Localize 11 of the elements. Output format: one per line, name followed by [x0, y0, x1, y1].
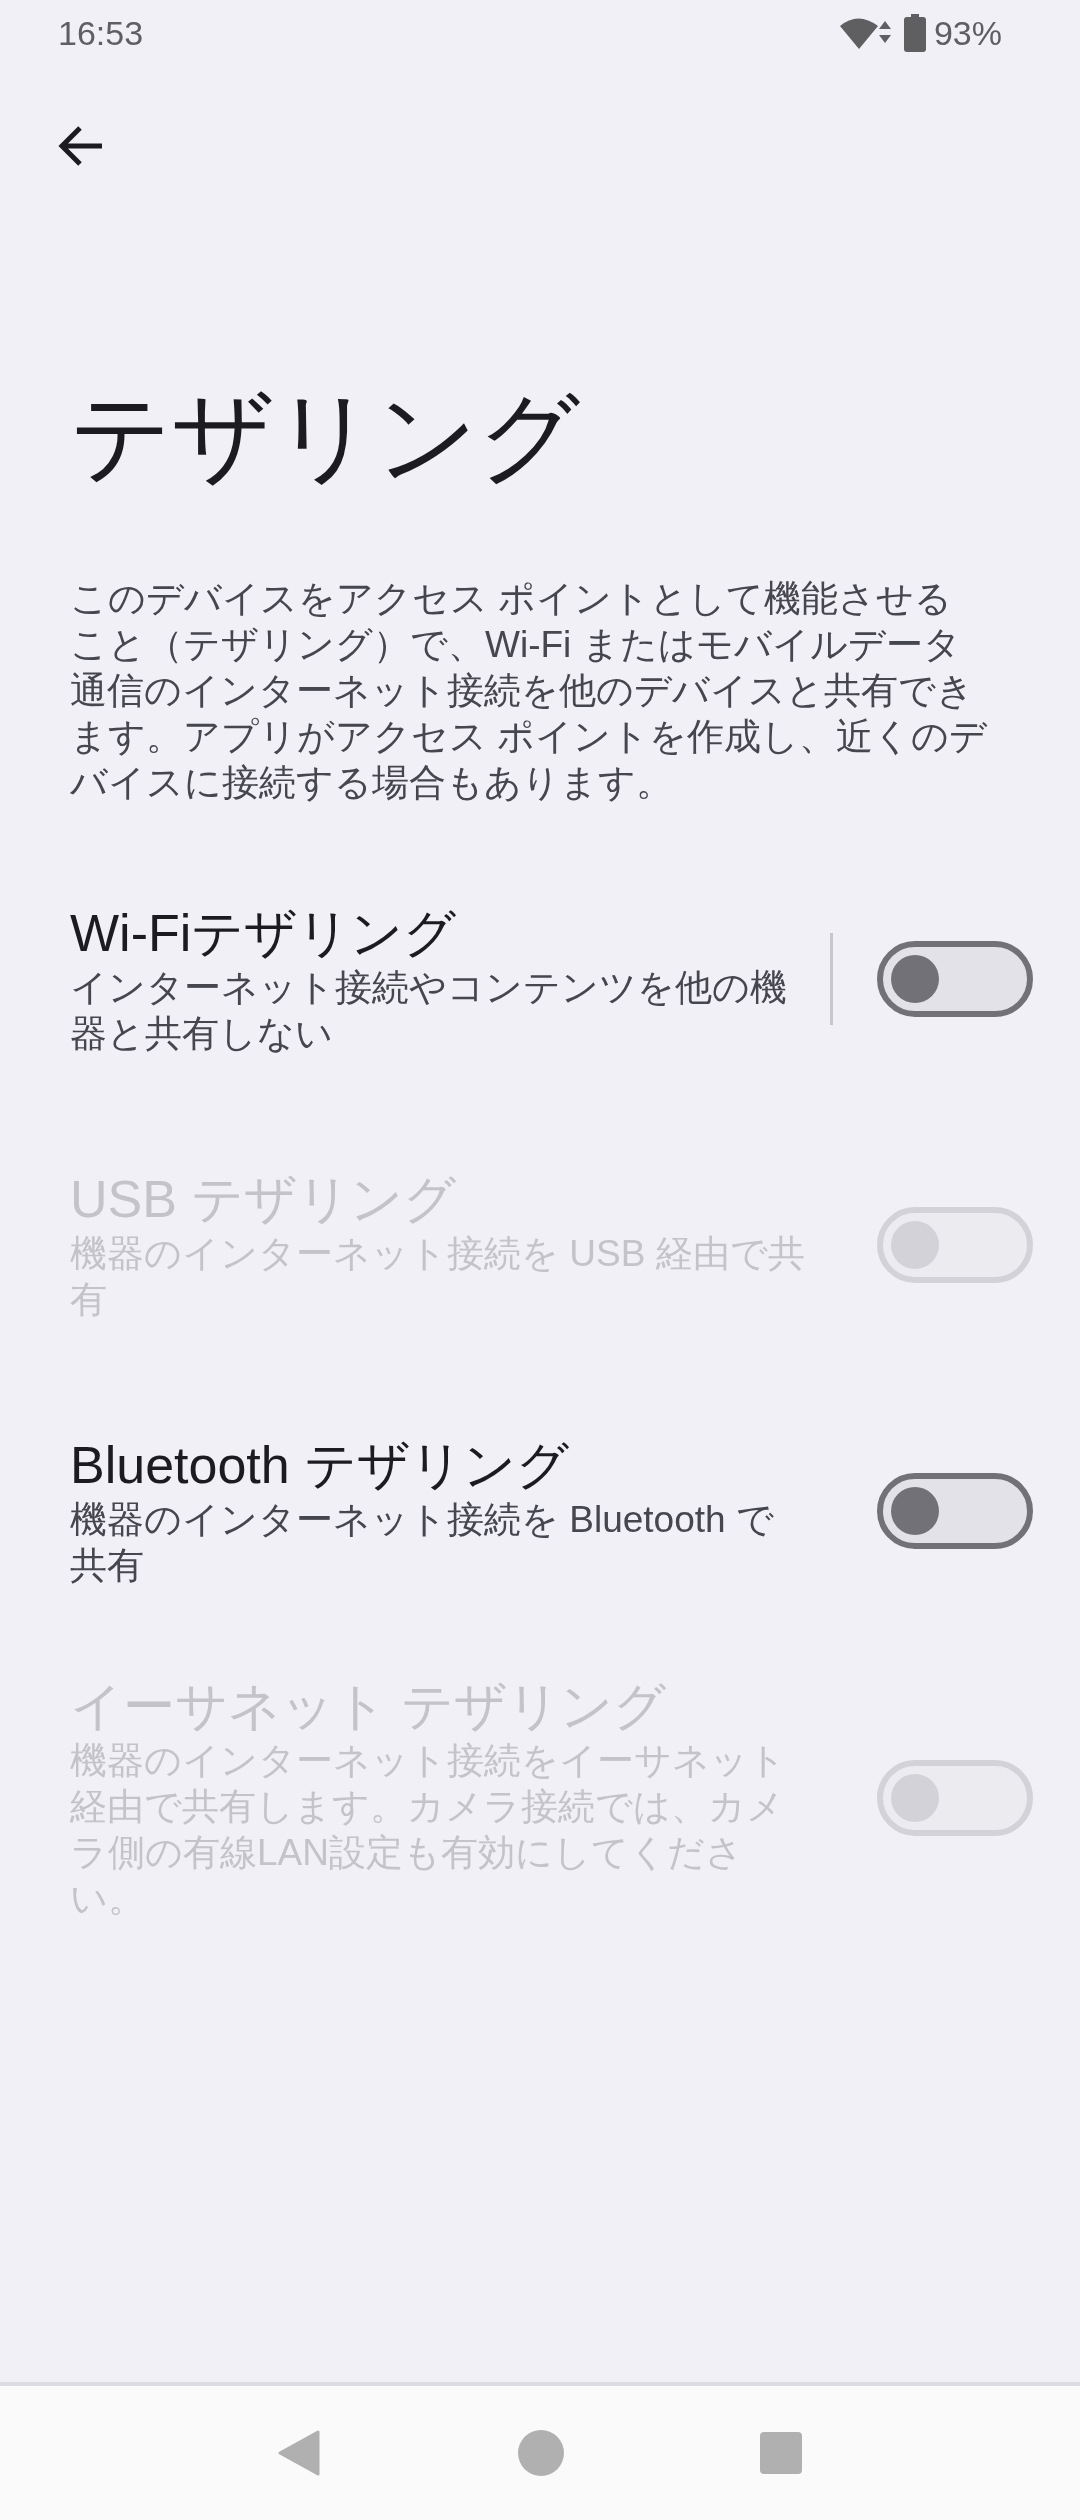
clock: 16:53 [58, 13, 144, 53]
setting-title: Wi-Fiテザリング [70, 903, 458, 964]
setting-summary: 機器のインターネット接続を Bluetooth で共有 [70, 1498, 775, 1588]
description: このデバイスをアクセス ポイントとして機能させること（テザリング）で、Wi-Fi またはモバイルデータ通信のインターネット接続を他のデバイスと共有できます。アプリがアクセス ポイントを作成し、近くのデバイスに接続する場合もあります。 [70, 577, 989, 805]
setting-title: Bluetooth テザリング [70, 1435, 571, 1496]
page-title: テザリング [70, 379, 581, 494]
battery-icon [903, 14, 926, 52]
setting-summary: インターネット接続やコンテンツを他の機器と共有しない [70, 966, 788, 1056]
back-icon[interactable] [278, 2430, 322, 2476]
home-icon[interactable] [518, 2430, 564, 2476]
battery-level: 93% [933, 13, 1002, 53]
